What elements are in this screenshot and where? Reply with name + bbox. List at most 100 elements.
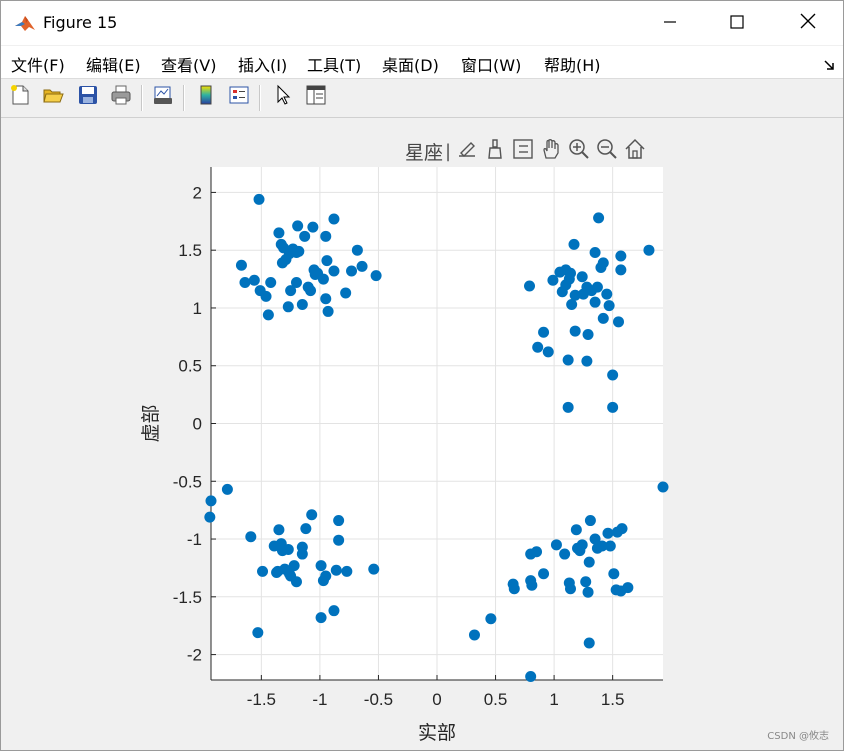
data-point [531, 546, 543, 558]
data-point [485, 613, 497, 625]
data-point [252, 627, 264, 639]
export-button[interactable] [453, 138, 481, 164]
home-button[interactable] [621, 138, 649, 164]
data-point [205, 495, 217, 507]
data-point [570, 524, 582, 536]
data-point [239, 277, 251, 289]
data-point [554, 266, 566, 278]
data-point [562, 354, 574, 366]
data-point [607, 401, 619, 413]
data-point [253, 193, 265, 205]
x-tick-label: 0.5 [484, 690, 508, 709]
x-axis-label: 实部 [418, 722, 456, 744]
y-tick-label: 0 [193, 415, 202, 434]
data-point [322, 305, 334, 317]
data-tips-button[interactable] [509, 138, 537, 164]
data-point [615, 264, 627, 276]
data-point [257, 565, 269, 577]
data-point [300, 523, 312, 535]
data-point [245, 531, 257, 543]
data-point [328, 265, 340, 277]
data-point [341, 565, 353, 577]
y-axis-label: 虚部 [140, 404, 162, 442]
brush-button[interactable] [481, 138, 509, 164]
home-icon [624, 138, 646, 164]
data-point [356, 260, 368, 272]
data-point [576, 271, 588, 283]
data-point [643, 244, 655, 256]
axes-toolbar-label: 星座 [405, 141, 444, 164]
data-point [550, 539, 562, 551]
data-point [601, 288, 613, 300]
data-point [597, 312, 609, 324]
data-point [622, 582, 634, 594]
data-point [526, 579, 538, 591]
data-point [282, 301, 294, 313]
data-point [265, 277, 277, 289]
data-point [563, 273, 575, 285]
data-point [568, 238, 580, 250]
y-tick-label: 1 [193, 299, 202, 318]
data-point [542, 346, 554, 358]
data-point [290, 247, 302, 258]
scatter-plot[interactable]: -1.5 -1 -0.5 0 0.5 1 1.5 2 1.5 1 0.5 0 -0.5 -1 -1.5 -2 实… [1, 1, 844, 752]
data-point [276, 545, 288, 557]
data-point [591, 281, 603, 293]
x-tick-label: 1.5 [601, 690, 625, 709]
data-point [538, 326, 550, 338]
y-tick-label: 2 [193, 183, 202, 202]
data-point [589, 247, 601, 258]
data-point [468, 629, 480, 641]
data-point [608, 568, 620, 580]
data-point [532, 341, 544, 353]
data-point [346, 265, 358, 277]
data-point [581, 355, 593, 367]
pan-icon [540, 138, 562, 164]
data-point [248, 274, 260, 286]
export-icon [456, 138, 478, 164]
data-point [616, 523, 628, 535]
data-point [292, 220, 304, 232]
data-point [330, 564, 342, 576]
data-point [273, 227, 285, 239]
data-point [320, 570, 332, 582]
data-point [273, 524, 285, 536]
data-point [262, 309, 274, 321]
data-point [302, 281, 314, 293]
data-point [320, 230, 332, 242]
zoom-in-button[interactable] [565, 138, 593, 164]
figure-window: Figure 15 文件(F) 编辑(E) 查看(V) 插入(I) 工具(T) … [0, 0, 844, 751]
data-point [296, 548, 308, 560]
data-point [583, 637, 595, 649]
zoom-out-icon [596, 138, 618, 164]
zoom-out-button[interactable] [593, 138, 621, 164]
data-point [556, 286, 568, 298]
data-point [315, 560, 327, 572]
x-tick-label: -1.5 [247, 690, 276, 709]
x-tick-label: -0.5 [364, 690, 393, 709]
data-point [538, 568, 550, 580]
data-point [657, 481, 669, 493]
data-tips-icon [512, 138, 534, 164]
pan-button[interactable] [537, 138, 565, 164]
data-point [604, 540, 616, 552]
watermark: CSDN @攸志 [767, 731, 829, 742]
brush-icon [484, 138, 506, 164]
data-point [581, 281, 593, 293]
data-point [235, 259, 247, 271]
y-tick-label: -1 [187, 530, 202, 549]
data-point [283, 568, 295, 580]
y-tick-label: 1.5 [178, 241, 202, 260]
data-point [340, 287, 352, 299]
data-point [562, 401, 574, 413]
data-point [582, 586, 594, 598]
data-point [580, 576, 592, 588]
data-point [593, 212, 605, 224]
data-point [321, 255, 333, 267]
y-tick-label: -2 [187, 646, 202, 665]
data-point [221, 483, 233, 495]
data-point [607, 369, 619, 381]
data-point [290, 277, 302, 289]
axes-toolbar-divider: | [445, 140, 452, 162]
data-point [333, 534, 345, 546]
